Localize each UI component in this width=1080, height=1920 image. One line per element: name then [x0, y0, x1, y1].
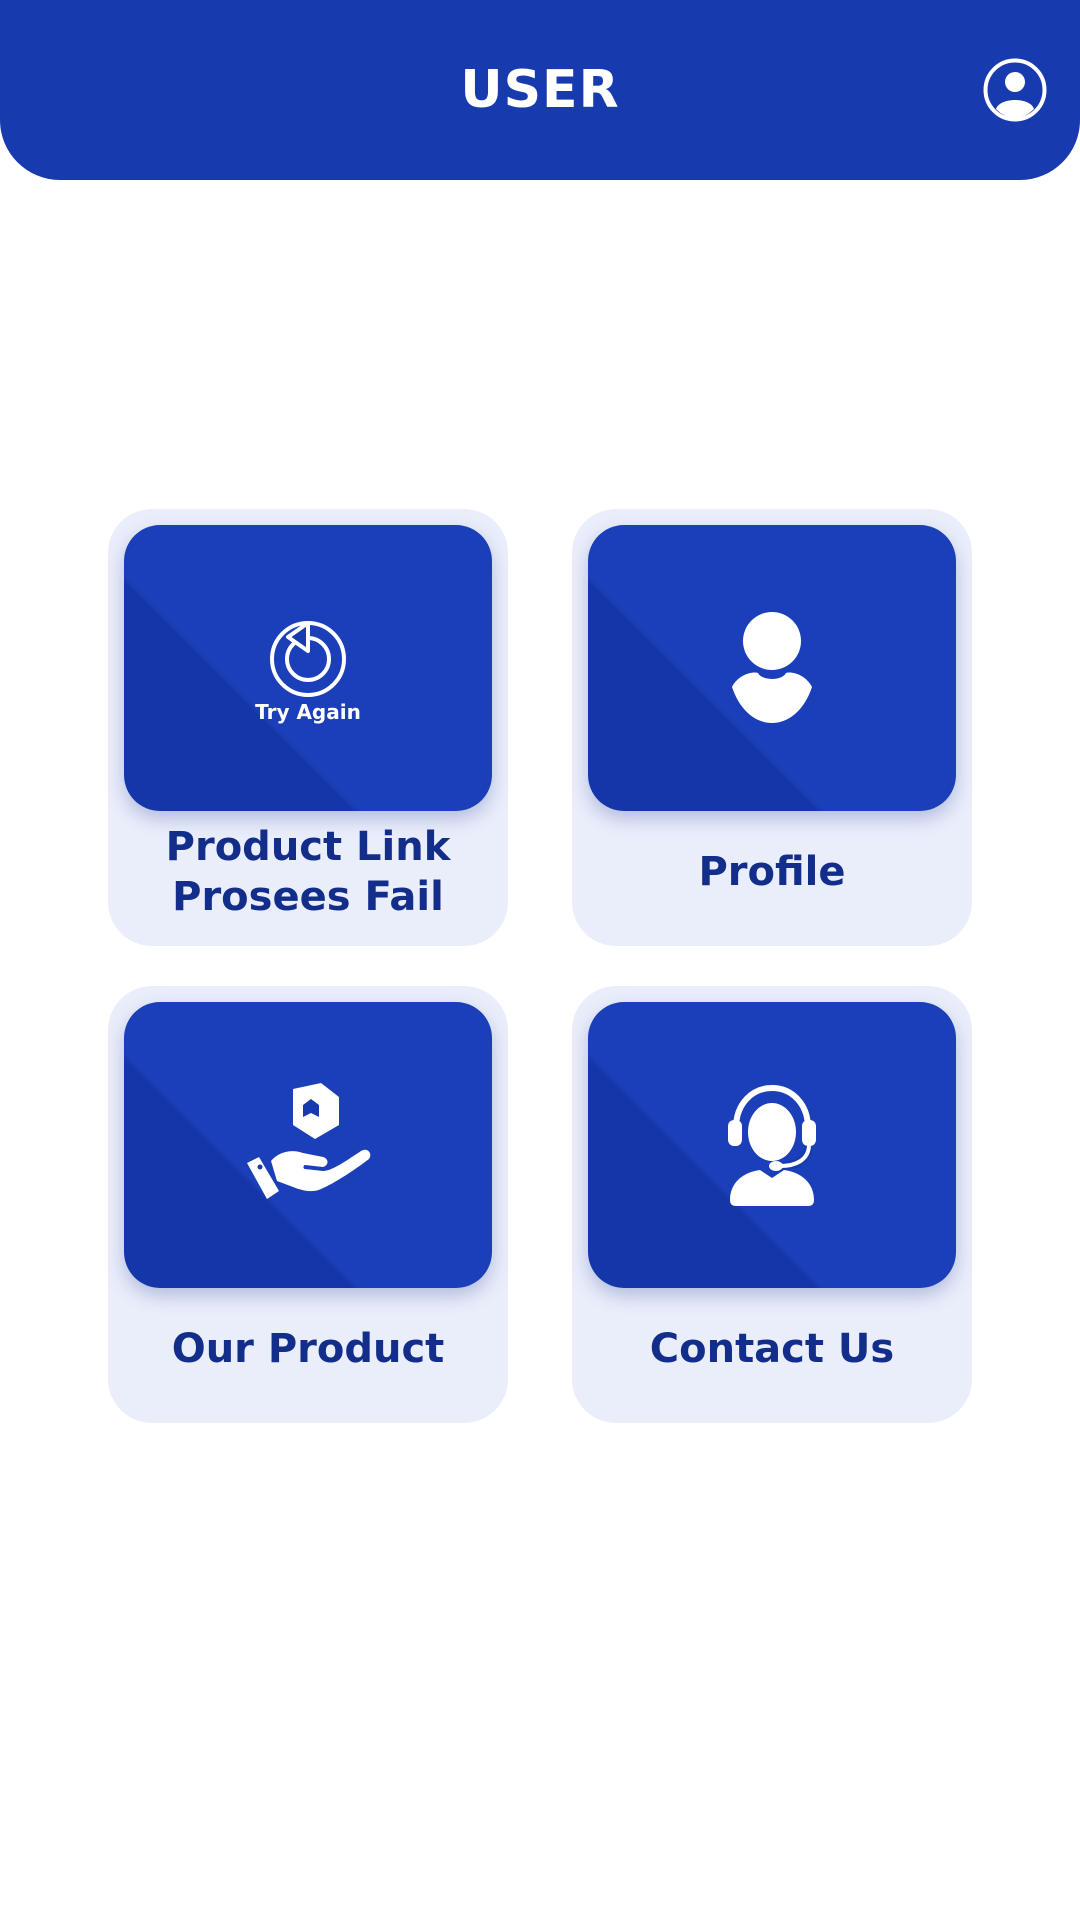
retry-icon [269, 621, 346, 697]
card-label: Profile [698, 848, 846, 895]
account-circle-icon [983, 58, 1047, 122]
contact-us-card[interactable]: Contact Us [572, 986, 972, 1423]
card-tile [588, 525, 956, 811]
card-label: Product Link Prosees Fail [165, 823, 451, 920]
account-button[interactable] [982, 57, 1048, 123]
app-bar: USER [0, 0, 1080, 180]
try-again-caption: Try Again [255, 700, 361, 724]
page-title: USER [460, 60, 620, 120]
person-icon [732, 612, 812, 723]
card-tile [588, 1002, 956, 1288]
card-tile [124, 1002, 492, 1288]
headset-support-icon [728, 1084, 816, 1206]
card-label: Contact Us [649, 1325, 895, 1372]
card-tile: Try Again [124, 525, 492, 811]
product-link-failed-card[interactable]: Try Again Product Link Prosees Fail [108, 509, 508, 946]
hand-box-icon [247, 1083, 371, 1199]
our-product-card[interactable]: Our Product [108, 986, 508, 1423]
card-label: Our Product [171, 1325, 445, 1372]
profile-card[interactable]: Profile [572, 509, 972, 946]
